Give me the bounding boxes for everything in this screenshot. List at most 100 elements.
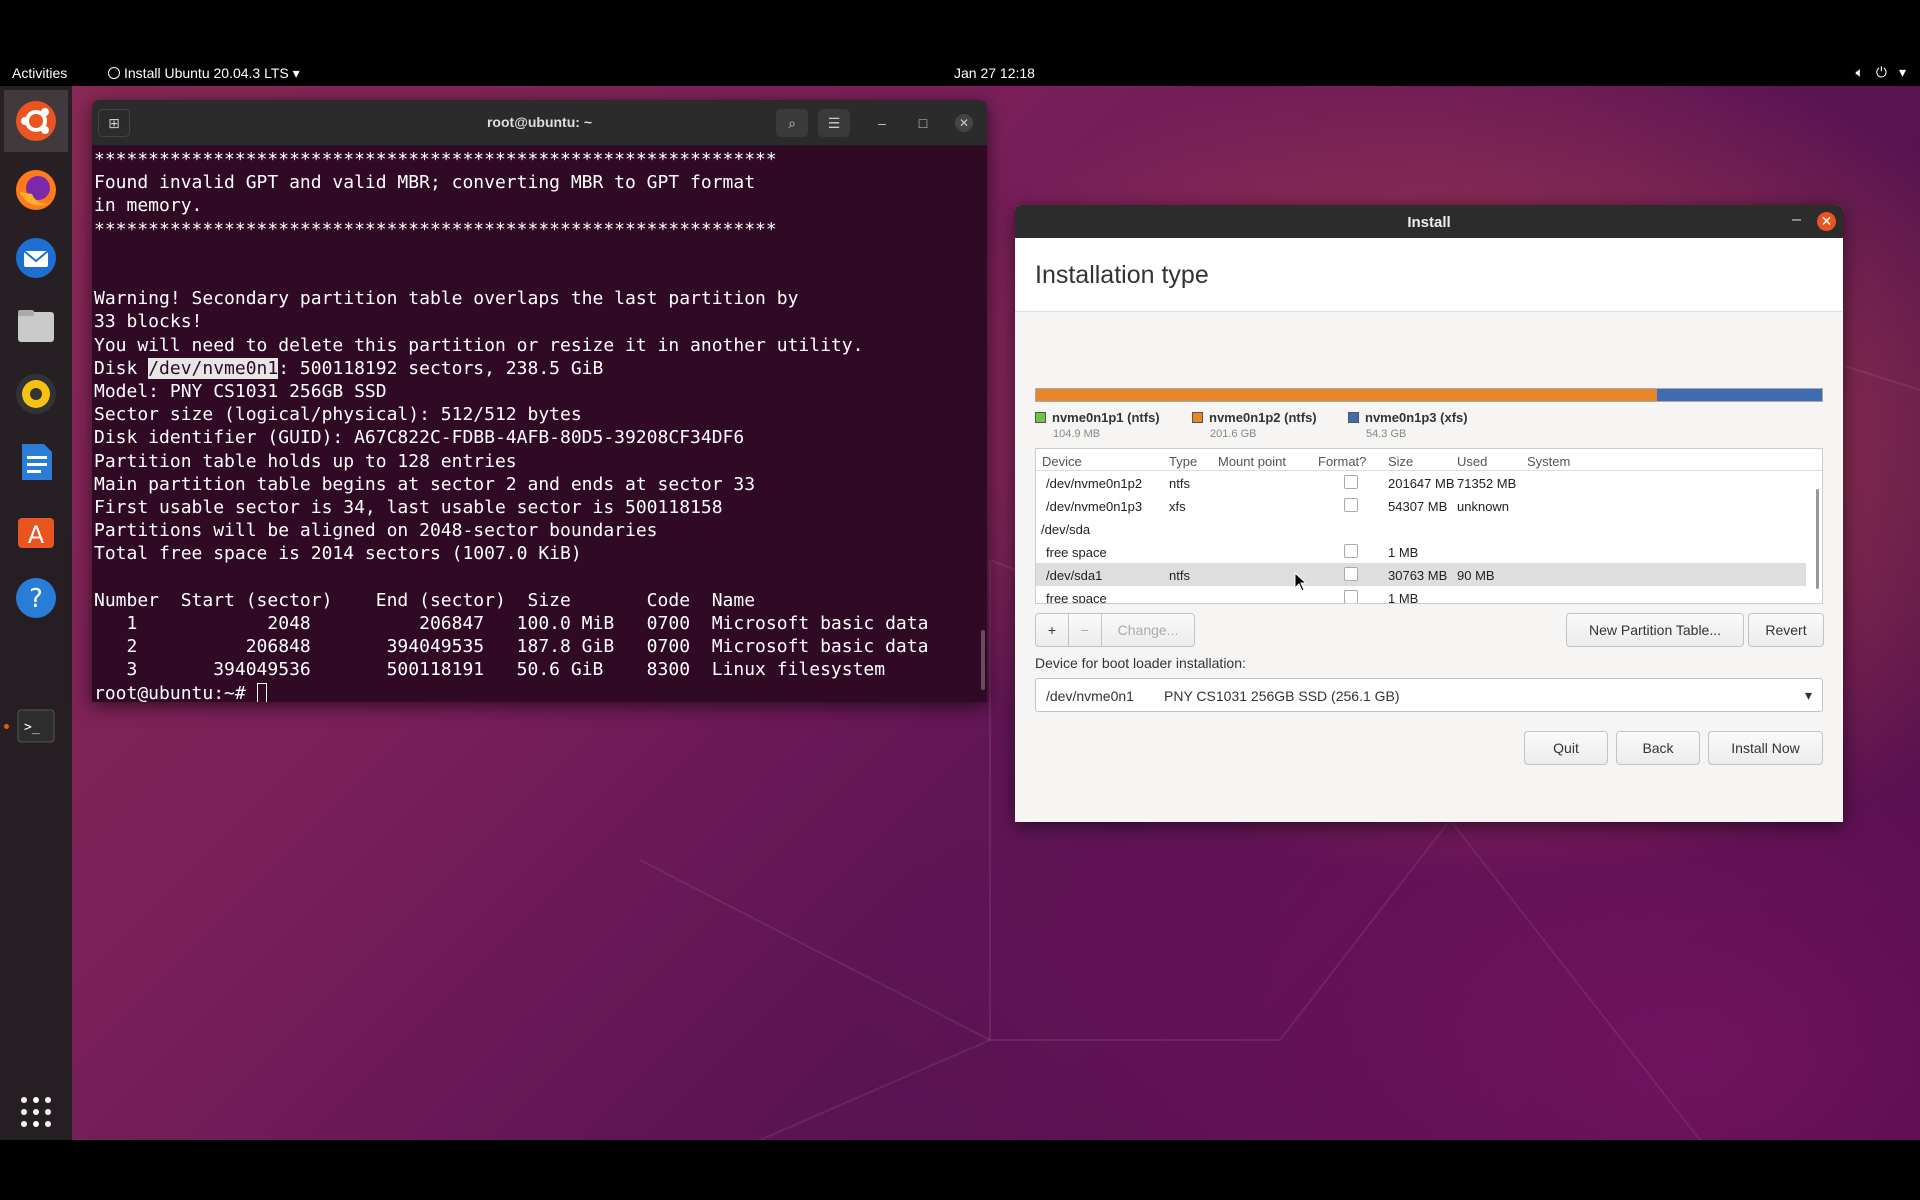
terminal-line: Warning! Secondary partition table overl… <box>94 288 799 310</box>
thunderbird-icon[interactable] <box>12 234 60 282</box>
new-partition-table-button[interactable]: New Partition Table... <box>1566 613 1744 647</box>
terminal-window[interactable]: ⊞ root@ubuntu: ~ ⌕ ☰ – □ ✕ *************… <box>92 100 987 702</box>
quit-button[interactable]: Quit <box>1524 731 1608 765</box>
legend-item: nvme0n1p2 (ntfs) 201.6 GB <box>1192 410 1317 440</box>
minimize-icon: – <box>1792 211 1801 228</box>
terminal-line: Found invalid GPT and valid MBR; convert… <box>94 172 756 194</box>
terminal-line: You will need to delete this partition o… <box>94 334 864 356</box>
boot-loader-select[interactable]: /dev/nvme0n1 PNY CS1031 256GB SSD (256.1… <box>1035 678 1823 712</box>
terminal-line: Partitions will be aligned on 2048-secto… <box>94 520 658 542</box>
menu-button[interactable]: ☰ <box>818 109 850 137</box>
column-header[interactable]: System <box>1527 454 1570 469</box>
format-checkbox[interactable] <box>1344 567 1358 581</box>
table-row[interactable]: free space 1 MB <box>1036 586 1806 604</box>
minimize-icon: – <box>878 115 886 131</box>
files-icon[interactable] <box>12 302 60 350</box>
chevron-down-icon: ▾ <box>292 65 300 81</box>
show-applications-icon[interactable] <box>12 1088 60 1136</box>
back-button[interactable]: Back <box>1616 731 1700 765</box>
svg-text:>_: >_ <box>24 720 40 735</box>
device-cell: free space <box>1046 545 1107 560</box>
type-cell: xfs <box>1169 499 1186 514</box>
clock[interactable]: Jan 27 12:18 <box>954 65 1035 81</box>
size-cell: 1 MB <box>1388 545 1419 560</box>
software-center-icon[interactable]: A <box>12 506 60 554</box>
close-button[interactable]: ✕ <box>948 109 980 137</box>
column-header[interactable]: Format? <box>1318 454 1366 469</box>
system-tray[interactable]: 🔈︎ ⏻ ▾ <box>1855 64 1906 81</box>
table-row[interactable]: /dev/sda1 ntfs 30763 MB 90 MB <box>1036 563 1806 586</box>
size-cell: 30763 MB <box>1388 568 1448 583</box>
format-checkbox[interactable] <box>1344 544 1358 558</box>
format-checkbox[interactable] <box>1344 498 1358 512</box>
legend-swatch <box>1192 412 1203 423</box>
column-header[interactable]: Type <box>1169 454 1197 469</box>
maximize-button[interactable]: □ <box>907 109 939 137</box>
device-cell: free space <box>1046 591 1107 604</box>
format-checkbox[interactable] <box>1344 590 1358 603</box>
terminal-prompt: root@ubuntu:~# <box>94 682 257 702</box>
mouse-pointer-icon <box>1294 572 1308 592</box>
device-cell: /dev/sda1 <box>1046 568 1103 583</box>
terminal-line: 3 394049536 500118191 50.6 GiB 8300 Linu… <box>94 659 886 681</box>
partition-table-header: Device Type Mount point Format? Size Used Syst… <box>1036 449 1822 471</box>
activities-button[interactable]: Activities <box>12 65 67 81</box>
rhythmbox-icon[interactable] <box>12 370 60 418</box>
app-menu[interactable]: Install Ubuntu 20.04.3 LTS ▾ <box>108 65 300 82</box>
revert-button[interactable]: Revert <box>1748 613 1824 647</box>
svg-text:A: A <box>28 521 45 549</box>
table-row[interactable]: /dev/nvme0n1p2 ntfs 201647 MB 71352 MB <box>1036 471 1806 494</box>
install-now-button[interactable]: Install Now <box>1708 731 1823 765</box>
search-icon: ⌕ <box>788 114 796 131</box>
boot-device: /dev/nvme0n1 <box>1046 688 1134 704</box>
remove-partition-button[interactable]: − <box>1068 613 1102 647</box>
column-header[interactable]: Used <box>1457 454 1487 469</box>
installer-header[interactable]: Install – ✕ <box>1015 205 1843 238</box>
minimize-button[interactable]: – <box>866 109 898 137</box>
legend-item: nvme0n1p3 (xfs) 54.3 GB <box>1348 410 1468 440</box>
used-cell: unknown <box>1457 499 1510 514</box>
terminal-icon[interactable]: >_ <box>12 702 60 750</box>
format-checkbox[interactable] <box>1344 475 1358 489</box>
search-button[interactable]: ⌕ <box>776 109 808 137</box>
terminal-output[interactable]: ****************************************… <box>94 146 979 702</box>
terminal-lines: ****************************************… <box>94 148 979 357</box>
size-cell: 201647 MB <box>1388 476 1455 491</box>
installer-window[interactable]: Install – ✕ Installation type nvme0n1p1 … <box>1015 205 1843 822</box>
terminal-prompt-line[interactable]: root@ubuntu:~# <box>94 682 979 702</box>
terminal-header[interactable]: ⊞ root@ubuntu: ~ ⌕ ☰ – □ ✕ <box>92 100 987 146</box>
legend-size: 201.6 GB <box>1210 428 1257 440</box>
firefox-icon[interactable] <box>12 166 60 214</box>
type-cell: ntfs <box>1169 568 1190 583</box>
add-partition-button[interactable]: + <box>1035 613 1069 647</box>
table-row[interactable]: /dev/sda <box>1036 517 1806 540</box>
ubuntu-installer-icon[interactable] <box>4 90 68 152</box>
dock: A ? >_ <box>0 86 72 1140</box>
partition-table-scrollbar[interactable] <box>1816 489 1819 589</box>
libreoffice-writer-icon[interactable] <box>12 438 60 486</box>
table-row[interactable]: free space 1 MB <box>1036 540 1806 563</box>
column-header[interactable]: Mount point <box>1218 454 1286 469</box>
disk-bar-segment <box>1656 389 1822 401</box>
legend-swatch <box>1035 412 1046 423</box>
minimize-button[interactable]: – <box>1792 211 1801 229</box>
partition-table[interactable]: Device Type Mount point Format? Size Used Syst… <box>1035 448 1823 604</box>
disk-bar-segment <box>1036 389 1657 401</box>
device-cell: /dev/sda <box>1041 522 1091 537</box>
terminal-scrollbar[interactable] <box>981 630 985 690</box>
legend-name: nvme0n1p3 (xfs) <box>1365 410 1468 425</box>
legend-name: nvme0n1p1 (ntfs) <box>1052 410 1160 425</box>
table-row[interactable]: /dev/nvme0n1p3 xfs 54307 MB unknown <box>1036 494 1806 517</box>
type-cell: ntfs <box>1169 476 1190 491</box>
column-header[interactable]: Size <box>1388 454 1413 469</box>
terminal-line: Total free space is 2014 sectors (1007.0… <box>94 543 582 565</box>
dropdown-arrow-icon: ▾ <box>1804 687 1812 703</box>
terminal-line: 2 206848 394049535 187.8 GiB 0700 Micros… <box>94 636 929 658</box>
disk-usage-bar <box>1035 388 1823 402</box>
close-button[interactable]: ✕ <box>1817 212 1836 231</box>
change-partition-button[interactable]: Change... <box>1101 613 1195 647</box>
terminal-line: Sector size (logical/physical): 512/512 … <box>94 404 582 426</box>
help-icon[interactable]: ? <box>12 574 60 622</box>
column-header[interactable]: Device <box>1042 454 1082 469</box>
